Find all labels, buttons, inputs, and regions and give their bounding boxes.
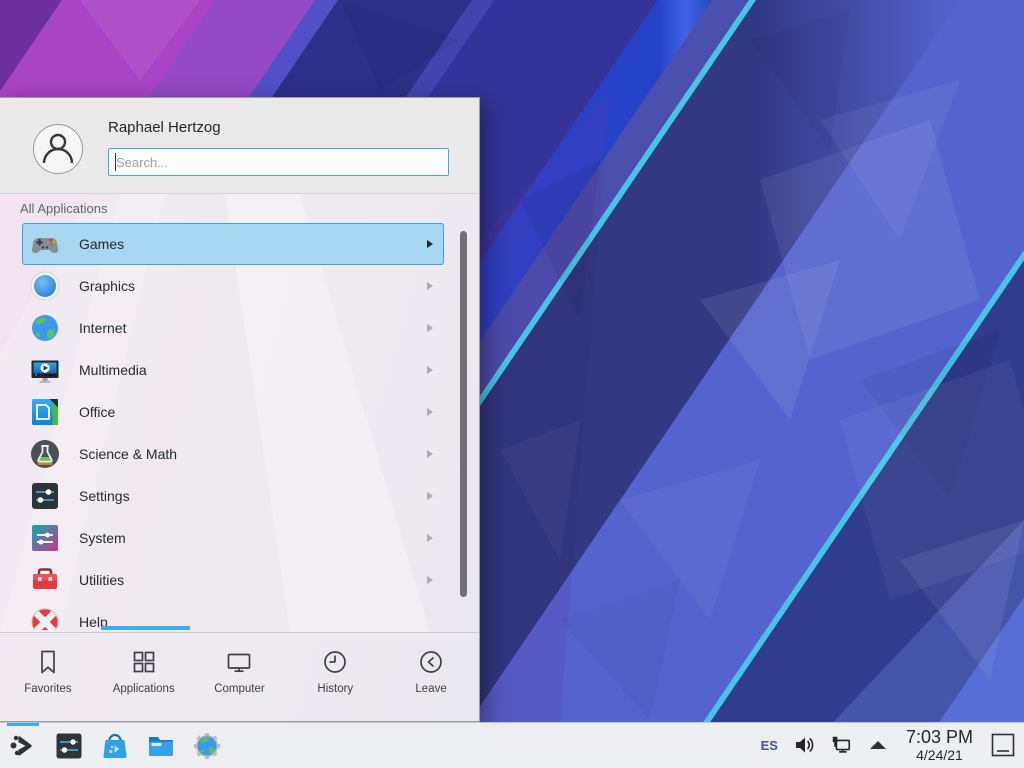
games-icon [29,228,61,260]
menu-item-label: Games [79,236,124,252]
system-tray: ES 7:0 [761,728,1024,763]
tab-leave[interactable]: Leave [383,633,479,722]
file-manager-button[interactable] [145,730,177,762]
tab-label: Computer [214,683,265,695]
desktop: Raphael Hertzog All Applications [0,0,1024,768]
volume-icon[interactable] [793,734,815,756]
digital-clock[interactable]: 7:03 PM 4/24/21 [904,728,975,763]
web-browser-button[interactable] [191,730,223,762]
clock-icon [321,648,349,676]
submenu-arrow-icon [427,534,433,542]
active-tab-indicator [101,626,190,630]
menu-item-label: Internet [79,320,126,336]
office-icon [29,396,61,428]
tab-label: Leave [415,683,446,695]
tab-applications[interactable]: Applications [96,633,192,722]
discover-icon [100,731,130,761]
taskbar-launchers [0,730,223,762]
submenu-arrow-icon [427,408,433,416]
app-grid-icon [130,648,158,676]
category-list: Games Graphics [22,223,444,630]
tab-label: History [317,683,353,695]
menu-item-help[interactable]: Help [22,601,444,630]
menu-item-label: Settings [79,488,130,504]
application-launcher-button[interactable] [7,730,39,762]
tab-favorites[interactable]: Favorites [0,633,96,722]
tab-label: Favorites [24,683,71,695]
list-scrollbar[interactable] [460,231,467,597]
section-label: All Applications [20,201,107,216]
clock-date: 4/24/21 [906,748,973,763]
show-desktop-icon [990,732,1016,758]
menu-item-games[interactable]: Games [22,223,444,265]
menu-item-label: Science & Math [79,446,177,462]
discover-button[interactable] [99,730,131,762]
expand-tray-caret-icon[interactable] [867,734,889,756]
user-avatar[interactable] [33,124,83,174]
tab-label: Applications [113,683,175,695]
monitor-icon [225,648,253,676]
settings-icon [29,480,61,512]
keyboard-layout-indicator[interactable]: ES [761,738,778,753]
graphics-icon [29,270,61,302]
submenu-arrow-icon [427,282,433,290]
application-launcher-menu: Raphael Hertzog All Applications [0,97,480,722]
menu-item-system[interactable]: System [22,517,444,559]
utilities-icon [29,564,61,596]
multimedia-icon [29,354,61,386]
menu-item-label: Utilities [79,572,124,588]
application-launcher-icon [8,731,38,761]
text-caret [115,153,116,171]
search-input[interactable] [108,148,449,176]
menu-item-multimedia[interactable]: Multimedia [22,349,444,391]
menu-item-office[interactable]: Office [22,391,444,433]
system-icon [29,522,61,554]
web-browser-icon [192,731,222,761]
file-manager-icon [146,731,176,761]
bookmark-icon [34,648,62,676]
user-name: Raphael Hertzog [108,119,221,136]
clock-time: 7:03 PM [906,728,973,747]
leave-icon [417,648,445,676]
show-desktop-button[interactable] [990,730,1016,760]
science-icon [29,438,61,470]
submenu-arrow-icon [427,240,433,248]
tab-computer[interactable]: Computer [192,633,288,722]
menu-item-utilities[interactable]: Utilities [22,559,444,601]
tab-history[interactable]: History [287,633,383,722]
internet-icon [29,312,61,344]
menu-item-label: Multimedia [79,362,147,378]
user-icon [34,125,82,173]
menu-item-label: Office [79,404,115,420]
menu-item-internet[interactable]: Internet [22,307,444,349]
system-settings-button[interactable] [53,730,85,762]
menu-item-label: Graphics [79,278,135,294]
menu-item-settings[interactable]: Settings [22,475,444,517]
launcher-tab-bar: Favorites Applications [0,632,479,722]
menu-item-science-math[interactable]: Science & Math [22,433,444,475]
submenu-arrow-icon [427,576,433,584]
submenu-arrow-icon [427,366,433,374]
submenu-arrow-icon [427,324,433,332]
system-settings-icon [54,731,84,761]
launcher-header: Raphael Hertzog [0,98,479,194]
submenu-arrow-icon [427,492,433,500]
taskbar: ES 7:0 [0,722,1024,768]
network-icon[interactable] [830,734,852,756]
help-icon [29,606,61,630]
menu-item-label: System [79,530,126,546]
menu-item-graphics[interactable]: Graphics [22,265,444,307]
submenu-arrow-icon [427,450,433,458]
